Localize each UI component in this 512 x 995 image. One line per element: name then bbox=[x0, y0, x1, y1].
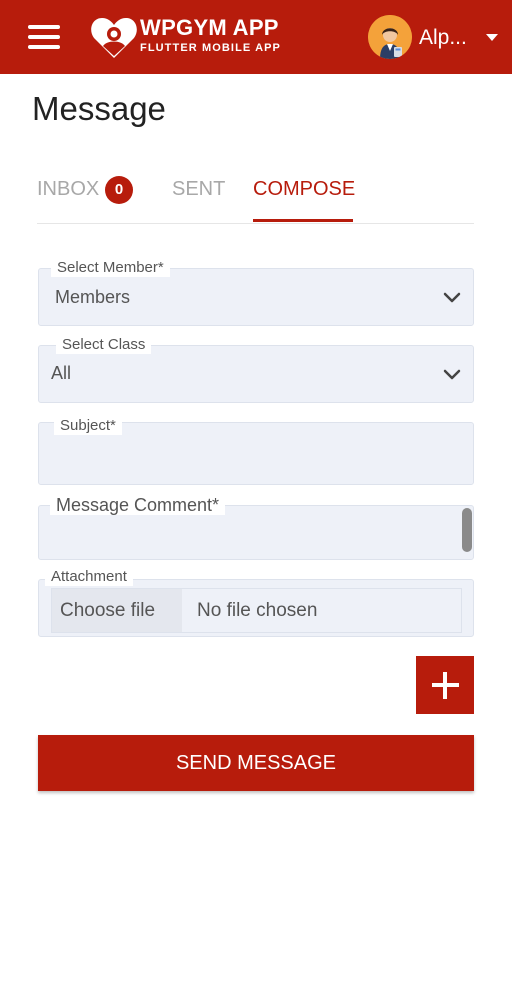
page-title: Message bbox=[32, 90, 166, 127]
app-header: WPGYM APP FLUTTER MOBILE APP Alp... bbox=[0, 0, 512, 74]
file-status-text: No file chosen bbox=[197, 600, 318, 621]
select-member-value: Members bbox=[55, 287, 131, 307]
app-title: WPGYM APP bbox=[140, 15, 279, 40]
chevron-down-icon bbox=[443, 292, 461, 303]
attachment-label: Attachment bbox=[45, 568, 133, 586]
user-name[interactable]: Alp... bbox=[419, 26, 467, 50]
inbox-count-badge: 0 bbox=[105, 176, 133, 204]
attachment-field: Choose file No file chosen bbox=[38, 579, 474, 637]
subject-label: Subject* bbox=[54, 417, 122, 435]
menu-icon[interactable] bbox=[28, 25, 60, 49]
tab-sent[interactable]: SENT bbox=[172, 178, 225, 201]
avatar[interactable] bbox=[368, 15, 412, 59]
chevron-down-icon[interactable] bbox=[486, 34, 498, 41]
tab-inbox[interactable]: INBOX bbox=[37, 178, 99, 201]
tab-sent-label: SENT bbox=[172, 178, 226, 200]
app-logo-icon bbox=[91, 18, 137, 58]
message-comment-label: Message Comment* bbox=[50, 495, 226, 515]
textarea-scrollbar[interactable] bbox=[462, 508, 472, 552]
tab-compose-label: COMPOSE bbox=[253, 178, 356, 200]
app-subtitle: FLUTTER MOBILE APP bbox=[140, 42, 281, 54]
select-member-label: Select Member* bbox=[51, 259, 170, 277]
chevron-down-icon bbox=[443, 369, 461, 380]
message-tabs: INBOX 0 SENT COMPOSE bbox=[37, 168, 474, 224]
choose-file-button[interactable]: Choose file bbox=[52, 589, 182, 632]
user-avatar-icon bbox=[368, 15, 412, 59]
select-class-label: Select Class bbox=[56, 336, 152, 354]
select-class-value: All bbox=[51, 363, 72, 383]
tab-compose[interactable]: COMPOSE bbox=[253, 178, 355, 201]
tab-inbox-label: INBOX bbox=[37, 178, 100, 200]
active-tab-indicator bbox=[253, 219, 353, 222]
add-attachment-button[interactable] bbox=[416, 656, 474, 714]
file-input[interactable]: Choose file No file chosen bbox=[51, 588, 462, 633]
send-message-button[interactable]: SEND MESSAGE bbox=[38, 735, 474, 791]
